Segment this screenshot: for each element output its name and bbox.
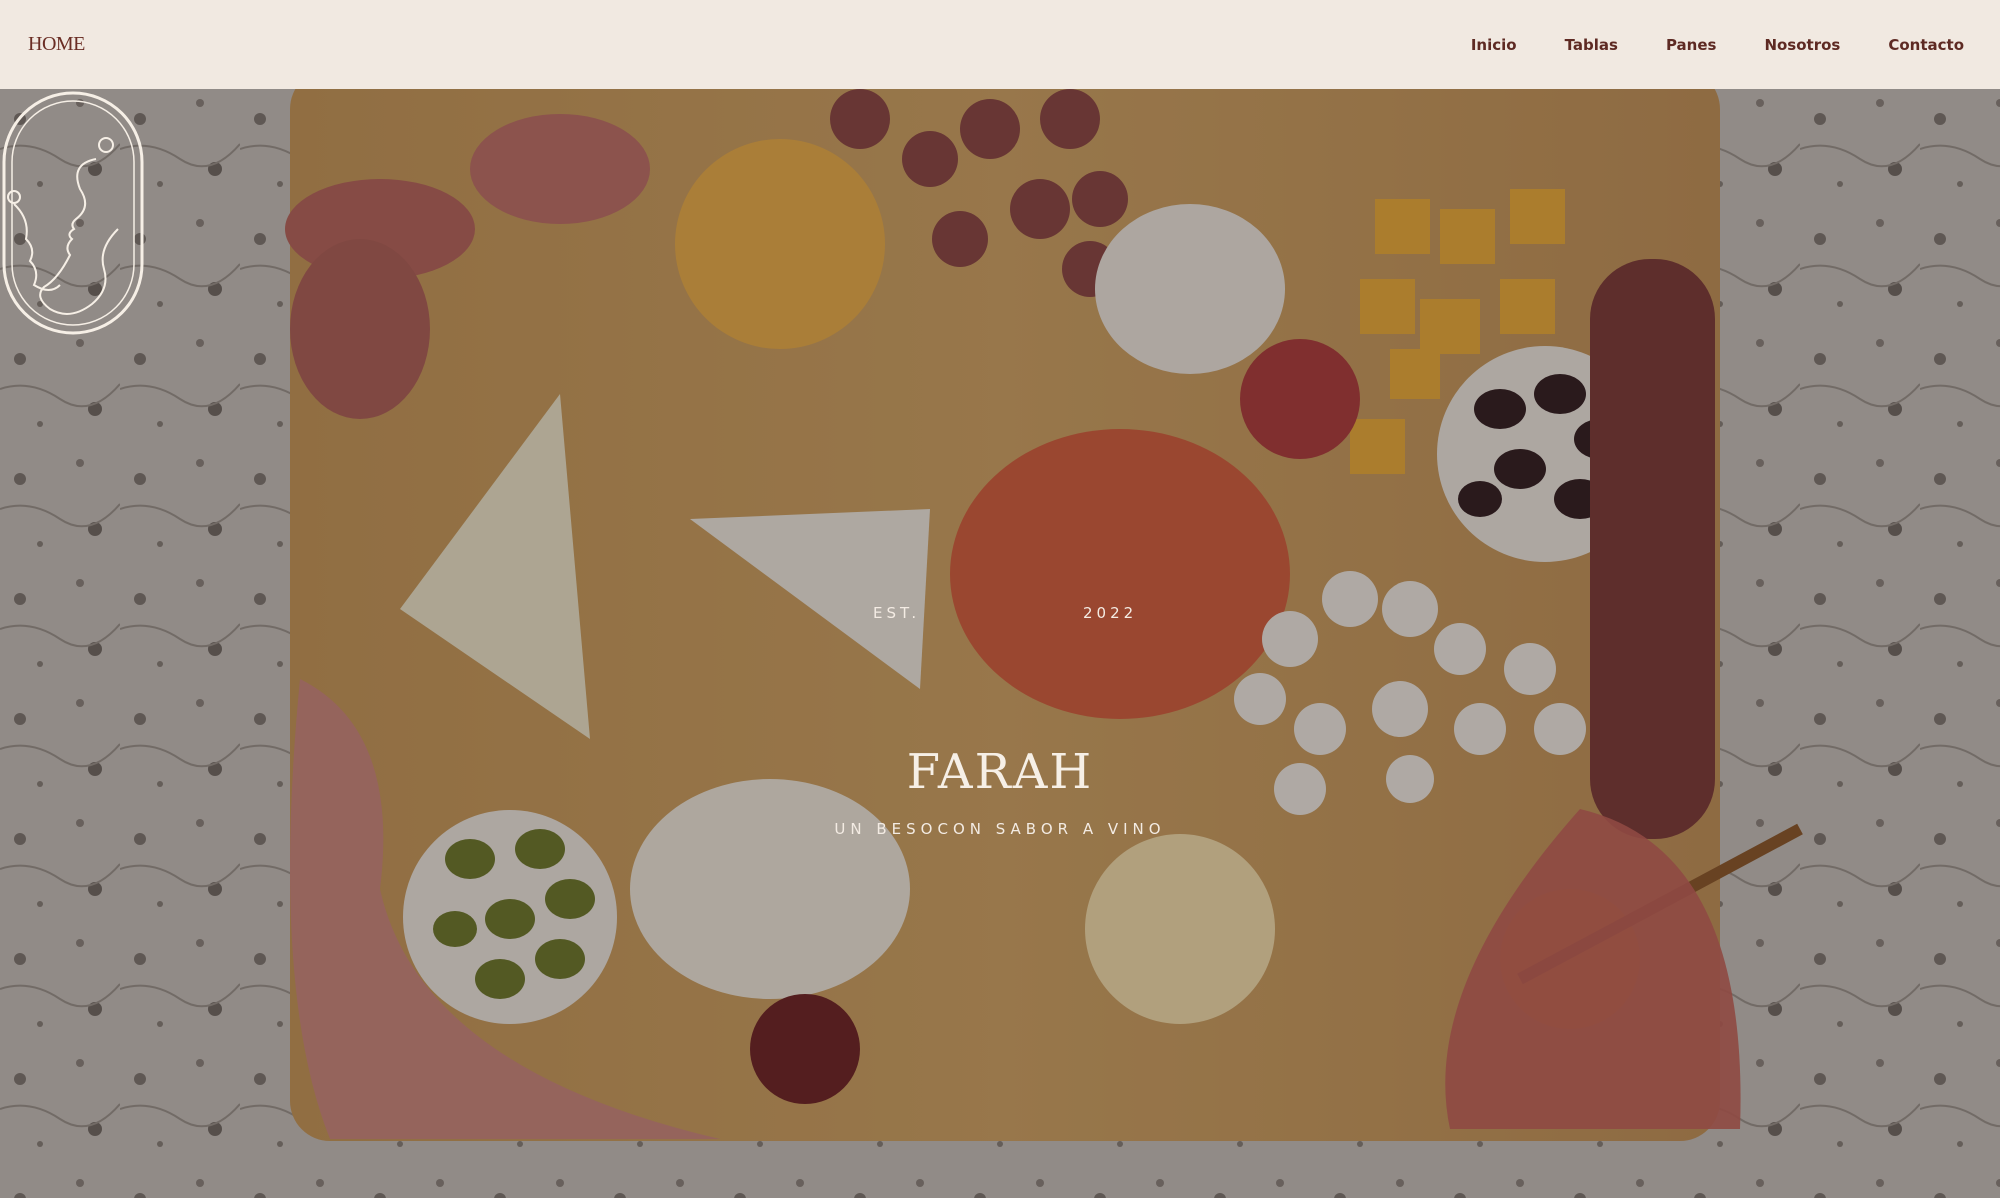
hero-section: EST. 2022 FARAH UN BESOCON SABOR A VINO [0,89,2000,1198]
home-link[interactable]: HOME [28,33,85,56]
hero-dark-overlay [0,89,2000,1198]
nav-inicio[interactable]: Inicio [1471,36,1517,54]
nav-panes[interactable]: Panes [1666,36,1717,54]
nav-nosotros[interactable]: Nosotros [1764,36,1840,54]
nav-contacto[interactable]: Contacto [1888,36,1964,54]
site-header: HOME Inicio Tablas Panes Nosotros Contac… [0,0,2000,89]
main-nav: Inicio Tablas Panes Nosotros Contacto [1471,36,1964,54]
nav-tablas[interactable]: Tablas [1565,36,1618,54]
